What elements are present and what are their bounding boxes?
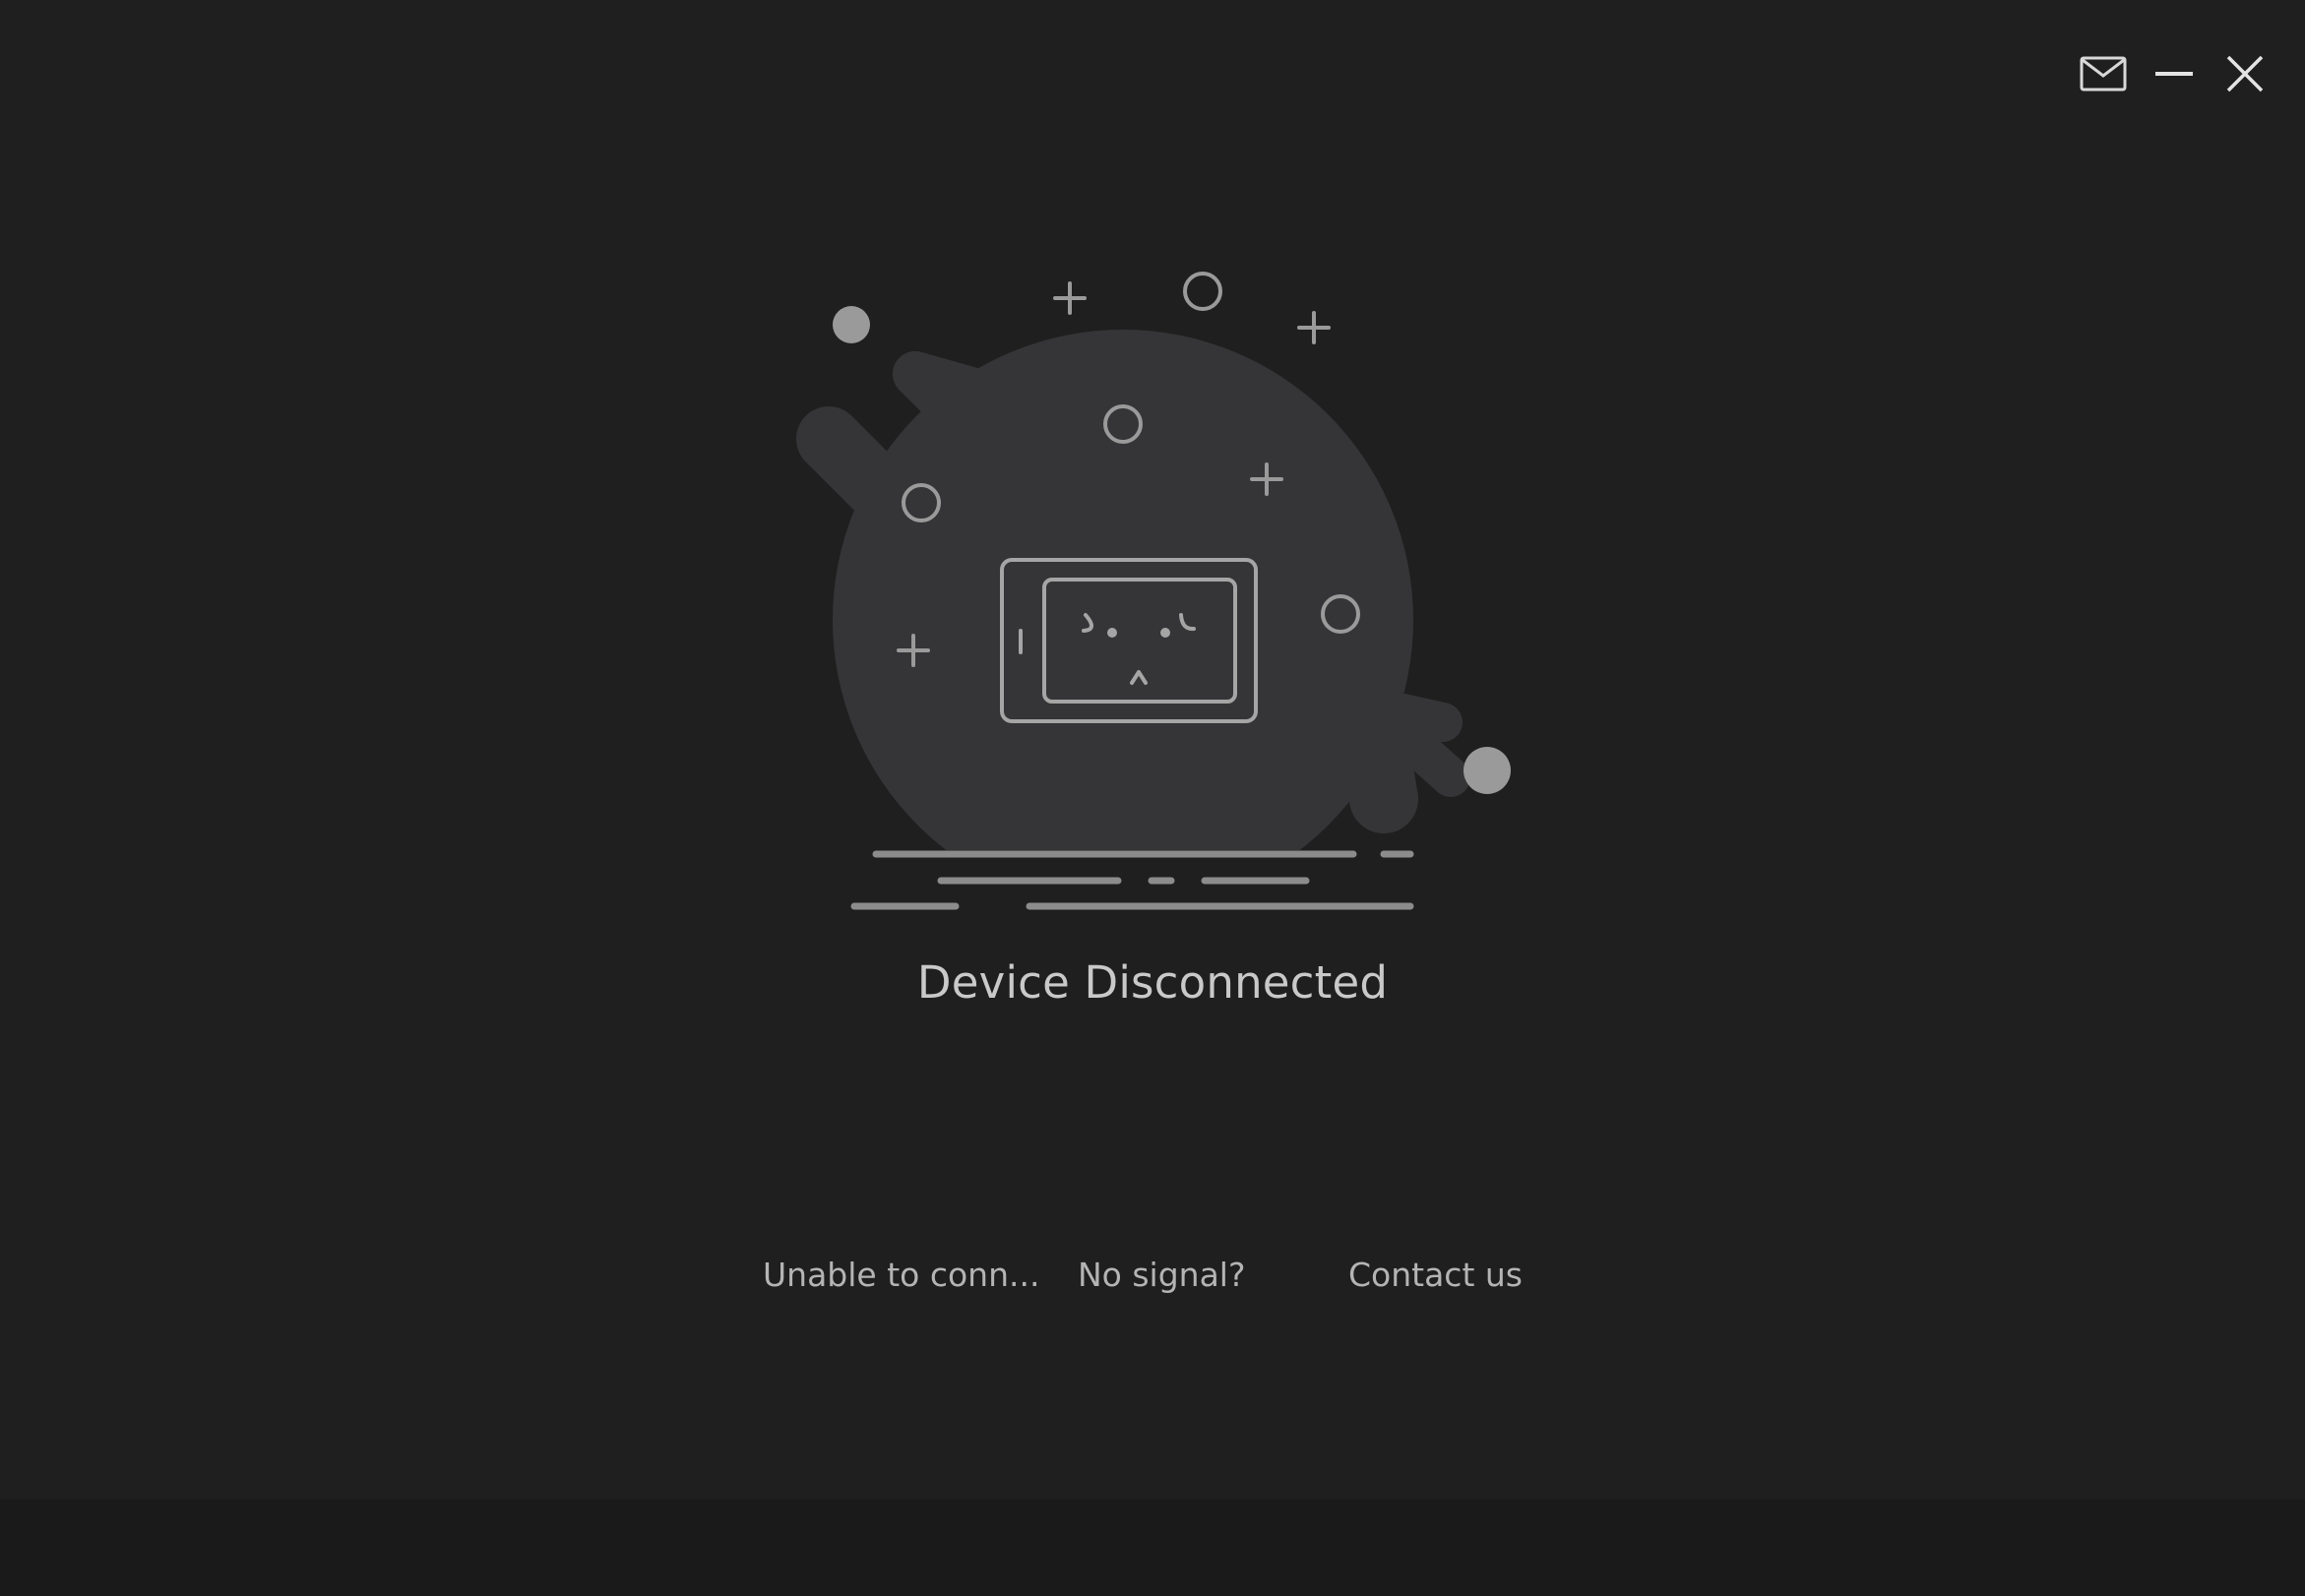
contact-us-link[interactable]: Contact us [1348,1256,1523,1294]
plus-mark [1297,311,1331,344]
footer-bar [0,1500,2305,1596]
feedback-button[interactable] [2079,49,2128,98]
mail-icon [2080,56,2127,92]
no-signal-link[interactable]: No signal? [1078,1256,1246,1294]
ground-lines [850,850,1414,910]
solid-dot [833,306,870,343]
help-links: Unable to conn... No signal? Contact us [0,1256,2305,1305]
status-title: Device Disconnected [916,956,1389,1009]
minimize-icon [2155,72,2193,76]
close-button[interactable] [2220,49,2270,98]
solid-dot [1464,747,1511,794]
plus-mark [1053,281,1087,315]
hollow-circle [1183,272,1222,311]
unable-to-connect-link[interactable]: Unable to conn... [763,1256,1039,1294]
close-icon [2226,55,2264,92]
app-window: Device Disconnected Unable to conn... No… [0,0,2305,1596]
device-disconnected-illustration [796,272,1511,910]
minimize-button[interactable] [2149,49,2199,98]
window-controls [2079,47,2270,100]
